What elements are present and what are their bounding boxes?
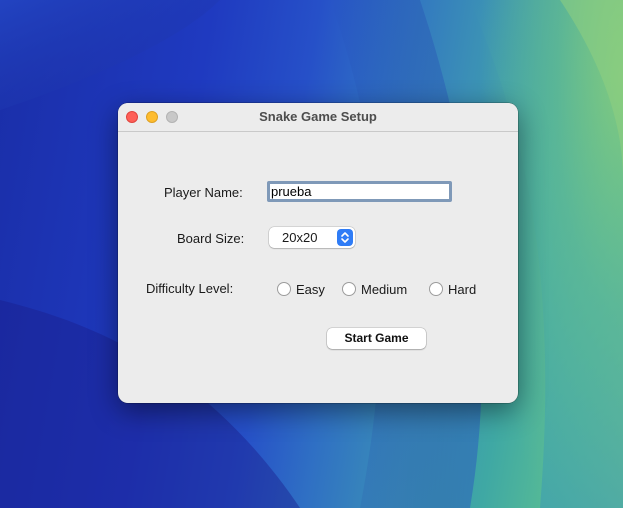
radio-label-medium: Medium: [361, 282, 408, 297]
zoom-window-button[interactable]: [166, 111, 178, 123]
close-window-button[interactable]: [126, 111, 138, 123]
minimize-window-button[interactable]: [146, 111, 158, 123]
player-name-label: Player Name:: [164, 185, 243, 200]
board-size-label: Board Size:: [177, 231, 245, 246]
difficulty-level-label: Difficulty Level:: [146, 281, 234, 296]
radio-button[interactable]: [342, 282, 356, 296]
up-down-chevron-icon: [337, 229, 353, 246]
radio-label-easy: Easy: [296, 282, 325, 297]
player-name-input[interactable]: [267, 181, 452, 202]
window-title: Snake Game Setup: [259, 109, 377, 124]
board-size-select[interactable]: 20x20: [269, 227, 355, 248]
radio-button[interactable]: [429, 282, 443, 296]
setup-window: Snake Game Setup Player Name: Board Size…: [118, 103, 518, 403]
radio-label-hard: Hard: [448, 282, 477, 297]
board-size-value: 20x20: [282, 230, 318, 245]
radio-button[interactable]: [277, 282, 291, 296]
start-game-button[interactable]: Start Game: [327, 328, 426, 349]
desktop-wallpaper: Snake Game Setup Player Name: Board Size…: [0, 0, 623, 508]
title-bar[interactable]: Snake Game Setup: [118, 103, 518, 132]
